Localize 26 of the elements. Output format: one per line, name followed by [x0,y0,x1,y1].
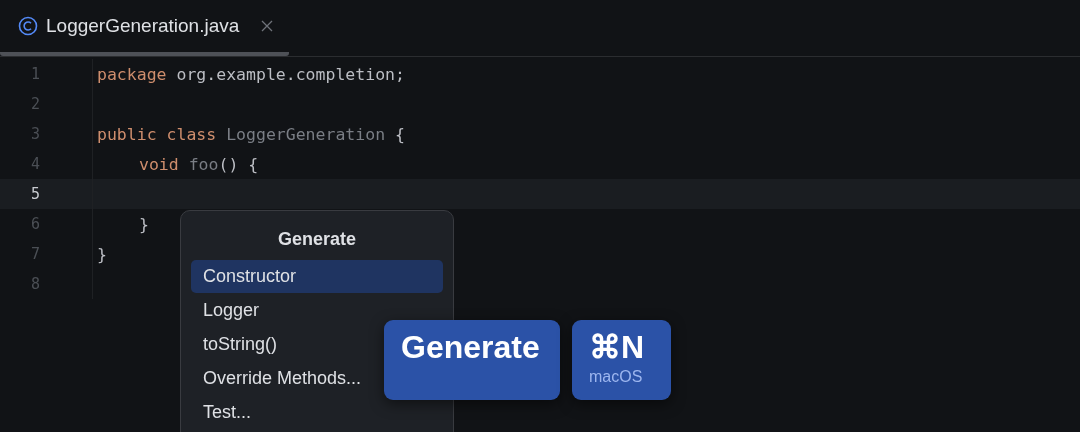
platform-label: macOS [589,368,643,387]
code-line: } [138,214,149,234]
line-number: 6 [29,215,40,233]
line-number: 2 [29,95,40,113]
popup-title: Generate [276,228,357,251]
menu-item[interactable]: Test... [191,396,263,429]
tab-title: LoggerGeneration.java [46,15,240,37]
class-icon [18,16,38,36]
menu-item[interactable]: toString() [191,328,290,361]
code-line: } [97,244,107,264]
line-number: 5 [29,185,40,203]
line-number: 7 [29,245,40,263]
line-number: 3 [29,125,40,143]
code-line: package org.example.completion; [97,64,405,84]
close-icon[interactable] [261,20,274,32]
line-number: 4 [29,155,40,173]
key-label: ⌘N [589,328,645,367]
line-number: 8 [29,275,40,293]
line-number: 1 [29,65,40,83]
file-tab[interactable]: LoggerGeneration.java [0,0,290,56]
menu-item[interactable]: Override Methods... [191,362,374,395]
code-line: public class LoggerGeneration { [97,124,405,144]
menu-item[interactable]: Logger [191,294,272,327]
code-line: void foo() { [138,154,259,174]
key-label: Generate [401,328,540,367]
menu-item[interactable]: Constructor [191,260,443,293]
